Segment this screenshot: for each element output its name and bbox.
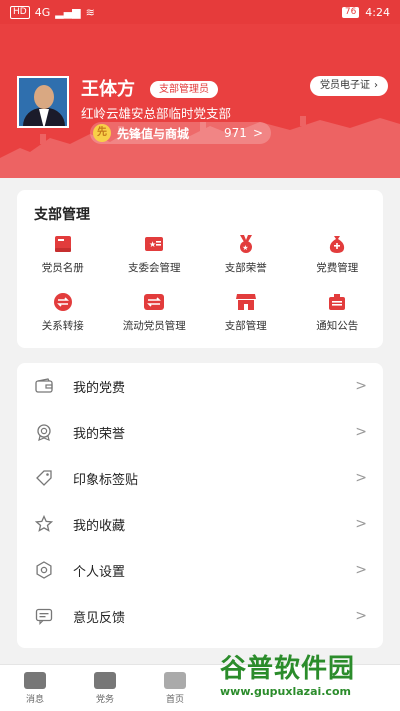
store-icon [235, 292, 257, 312]
grid-item-branch-admin[interactable]: 支部管理 [200, 290, 292, 336]
nav-tab-messages[interactable]: 消息 [0, 665, 70, 711]
committee-icon: ★ [143, 234, 165, 254]
user-name: 王体方 [81, 79, 135, 100]
chevron-right-icon: > [355, 424, 367, 440]
grid-item-committee[interactable]: ★ 支委会管理 [109, 232, 201, 278]
chevron-right-icon: > [355, 378, 367, 394]
status-bar: HD 4G ▂▄▆ ≋ 76 4:24 [0, 0, 400, 24]
tag-icon [34, 468, 54, 488]
nav-tab-party-affairs[interactable]: 党务 [70, 665, 140, 711]
clock: 4:24 [365, 5, 390, 19]
signal-icon: ▂▄▆ [55, 5, 81, 19]
points-value: 971 [224, 126, 247, 140]
chevron-right-icon: > [355, 562, 367, 578]
menu-item-my-fee[interactable]: 我的党费 > [17, 363, 383, 409]
message-icon [24, 672, 46, 689]
menu-item-personal-settings[interactable]: 个人设置 > [17, 547, 383, 593]
fee-bag-icon [326, 234, 348, 254]
avatar[interactable] [17, 76, 69, 128]
arrow-right-icon: › [374, 80, 378, 91]
grid-item-party-fee[interactable]: 党费管理 [292, 232, 384, 278]
transfer-icon [52, 292, 74, 312]
svg-text:★: ★ [242, 244, 248, 252]
role-badge: 支部管理员 [150, 81, 218, 98]
section-title: 支部管理 [34, 207, 90, 223]
mobile-member-icon [143, 292, 165, 312]
grid-item-member-roster[interactable]: 党员名册 [17, 232, 109, 278]
nav-tab-home[interactable]: 首页 [140, 665, 210, 711]
chevron-right-icon: > [355, 470, 367, 486]
book-icon [52, 234, 74, 254]
wallet-icon [34, 376, 54, 396]
honor-icon [34, 422, 54, 442]
member-id-card-label: 党员电子证 [320, 80, 370, 91]
org-name: 红岭云雄安总部临时党支部 [81, 106, 232, 121]
svg-text:★: ★ [149, 240, 156, 249]
chevron-right-icon: > [355, 516, 367, 532]
profile-menu-list: 我的党费 > 我的荣誉 > 印象标签贴 > 我的收藏 > 个人设置 > 意见反馈 [17, 363, 383, 648]
grid-item-mobile-members[interactable]: 流动党员管理 [109, 290, 201, 336]
feedback-icon [34, 606, 54, 626]
medal-icon: ★ [235, 234, 257, 254]
party-affairs-icon [94, 672, 116, 689]
grid-item-notice[interactable]: 通知公告 [292, 290, 384, 336]
home-icon [164, 672, 186, 689]
network-indicator: 4G [34, 5, 51, 19]
site-watermark: 谷普软件园 www.gupuxlazai.com [220, 654, 356, 698]
points-shop-button[interactable]: 先 先锋值与商城 971 > [90, 122, 271, 144]
menu-item-impression-tags[interactable]: 印象标签贴 > [17, 455, 383, 501]
notice-icon [326, 292, 348, 312]
chevron-right-icon: > [355, 608, 367, 624]
menu-item-my-favorites[interactable]: 我的收藏 > [17, 501, 383, 547]
wifi-icon: ≋ [85, 5, 95, 19]
star-icon [34, 514, 54, 534]
sim-indicator: HD [10, 5, 30, 19]
points-shop-label: 先锋值与商城 [117, 126, 190, 141]
grid-item-relation-transfer[interactable]: 关系转接 [17, 290, 109, 336]
profile-header: 王体方 支部管理员 红岭云雄安总部临时党支部 先 先锋值与商城 971 > 党员… [0, 24, 400, 178]
branch-management-card: 支部管理 党员名册 ★ 支委会管理 ★ 支部荣誉 党费管理 关系转接 流动党员管… [17, 190, 383, 348]
battery-icon: 76 [341, 6, 360, 18]
settings-icon [34, 560, 54, 580]
menu-item-feedback[interactable]: 意见反馈 > [17, 593, 383, 639]
member-id-card-button[interactable]: 党员电子证 › [310, 76, 388, 96]
menu-item-my-honor[interactable]: 我的荣誉 > [17, 409, 383, 455]
chevron-right-icon: > [252, 126, 263, 140]
vanguard-coin-icon: 先 [93, 124, 111, 142]
grid-item-branch-honor[interactable]: ★ 支部荣誉 [200, 232, 292, 278]
